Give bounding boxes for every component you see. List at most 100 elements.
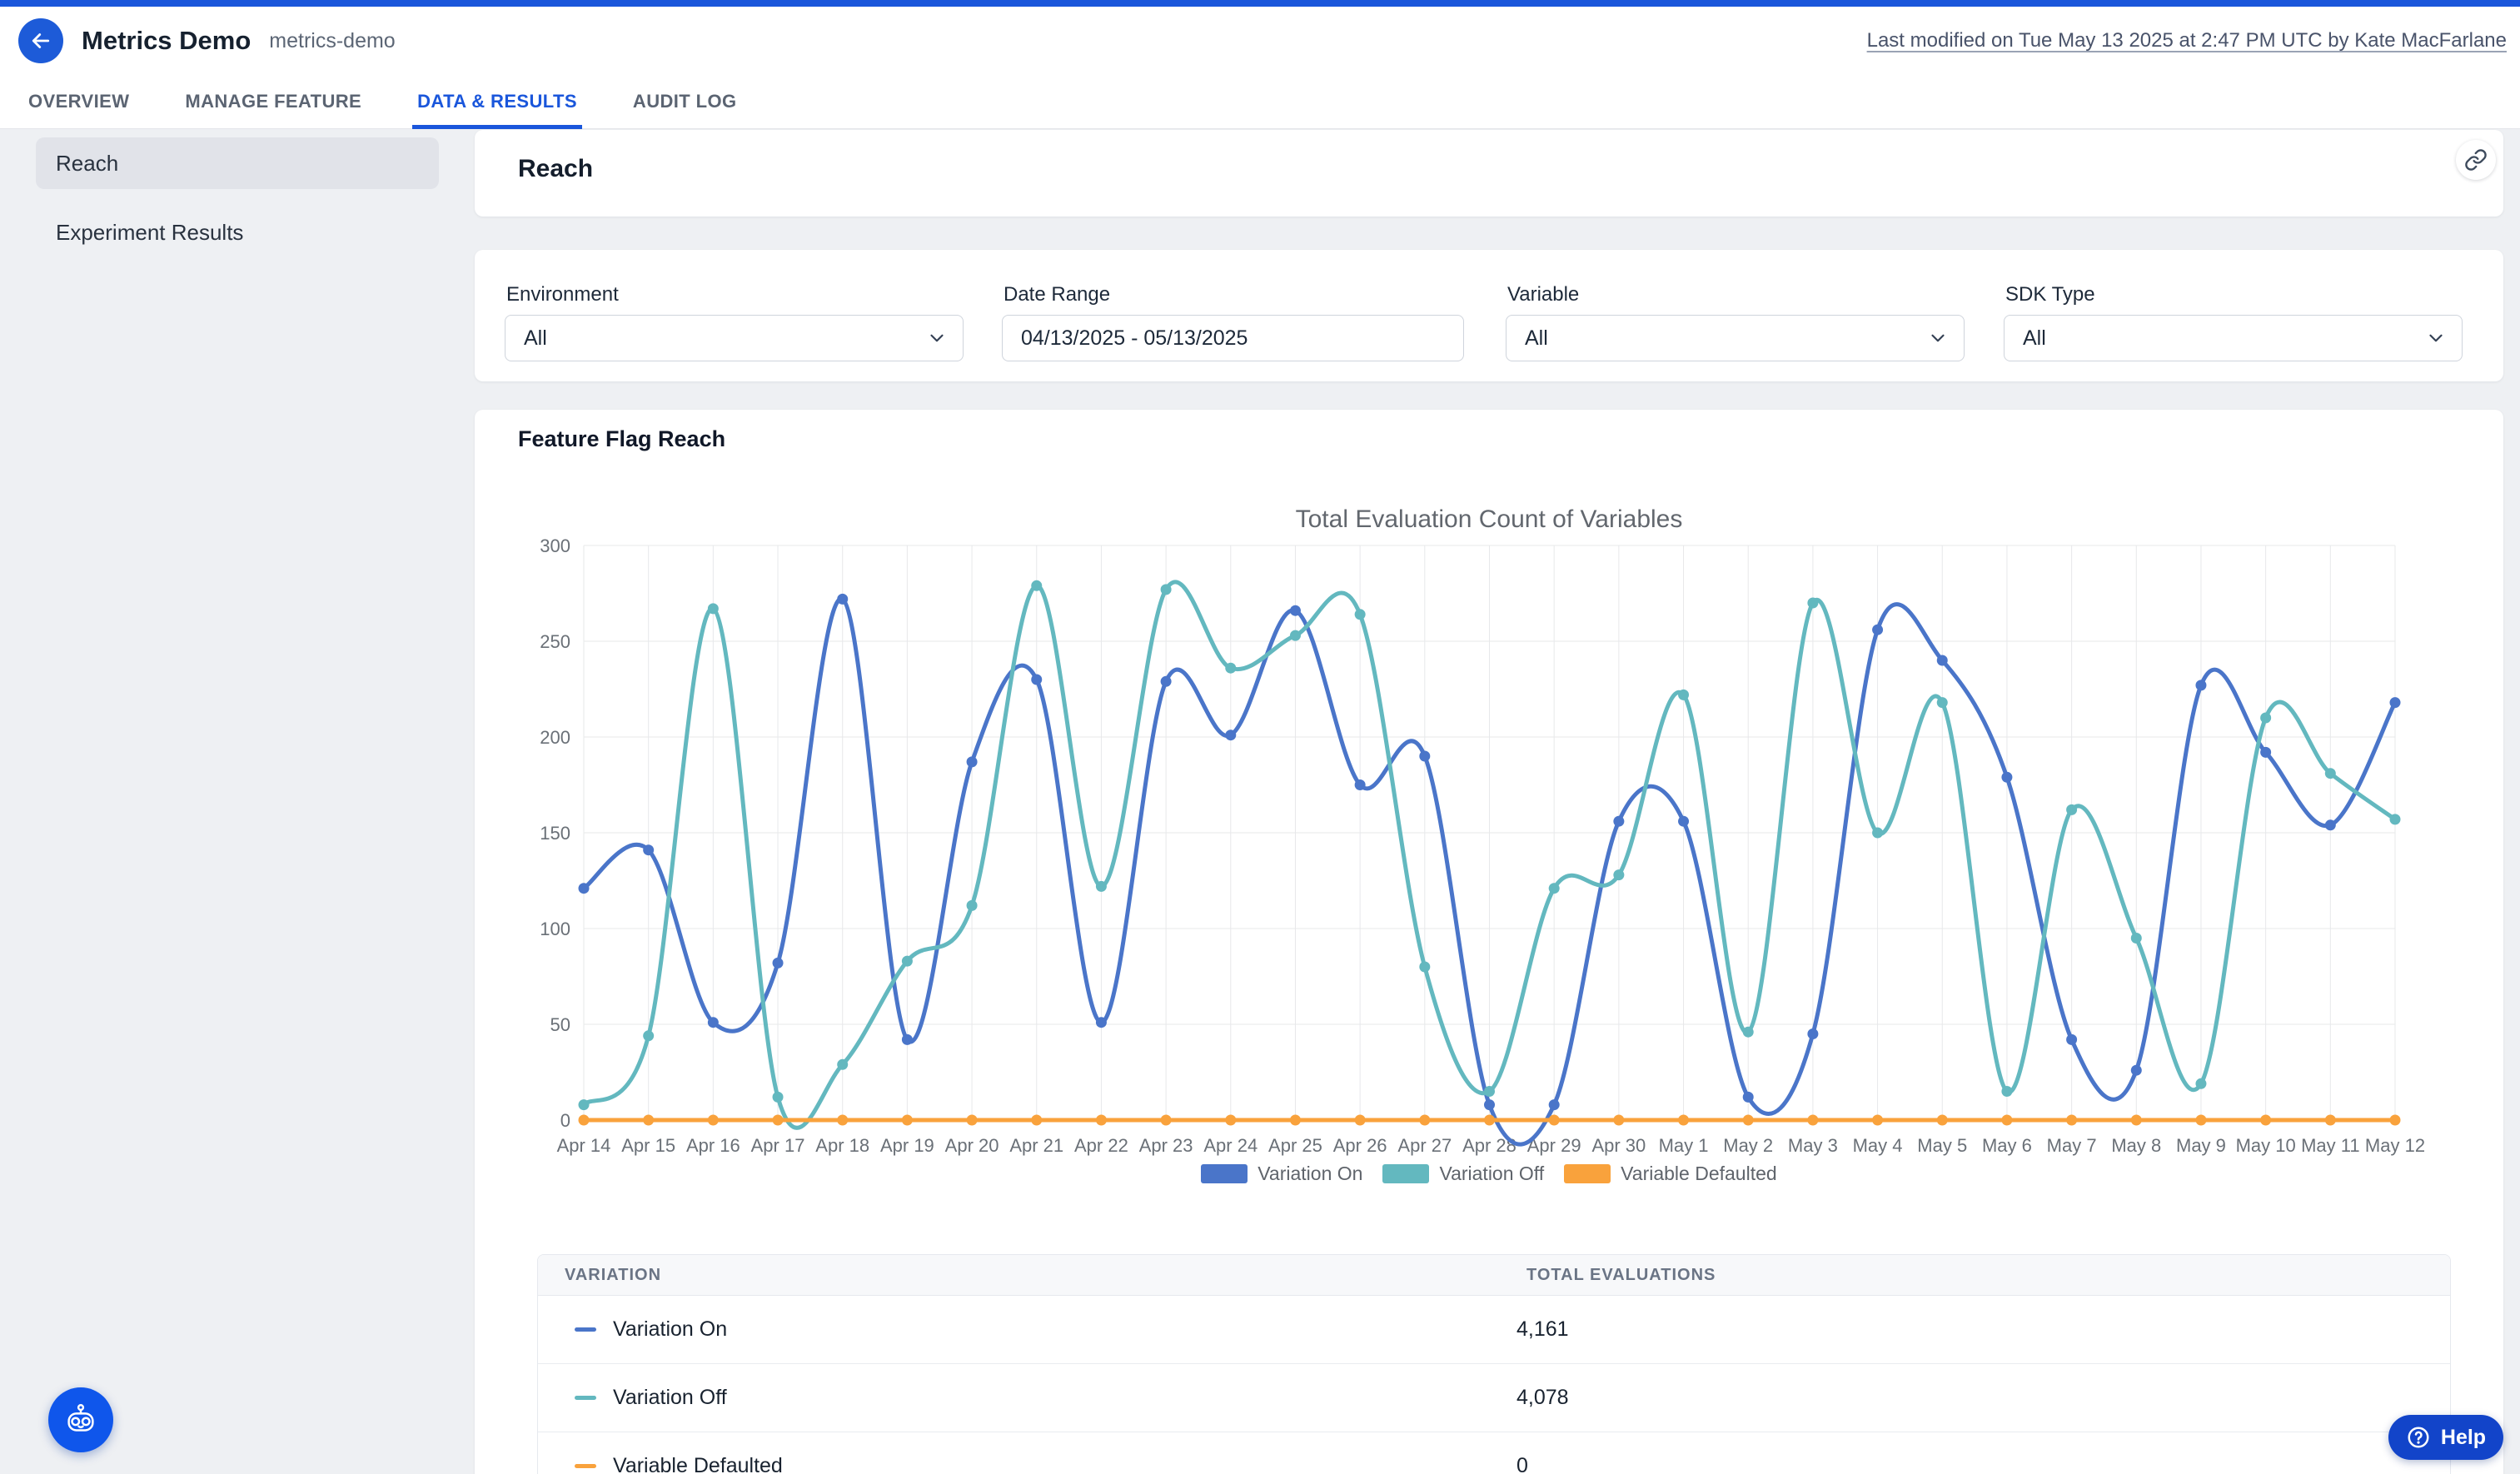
- sdk-type-select[interactable]: All: [2004, 315, 2463, 361]
- help-button-label: Help: [2441, 1426, 2486, 1450]
- tab-data-and-results[interactable]: DATA & RESULTS: [412, 75, 582, 129]
- question-circle-icon: [2406, 1425, 2431, 1450]
- svg-text:Apr 25: Apr 25: [1268, 1135, 1322, 1156]
- top-accent-bar: [0, 0, 2520, 7]
- sidebar-item-label: Experiment Results: [56, 220, 243, 246]
- variation-cell: Variation Off: [538, 1386, 1516, 1410]
- svg-text:Apr 24: Apr 24: [1203, 1135, 1258, 1156]
- chart-card-title: Feature Flag Reach: [518, 426, 725, 452]
- page-title: Reach: [518, 155, 593, 183]
- svg-text:Apr 27: Apr 27: [1397, 1135, 1452, 1156]
- variation-total: 4,078: [1516, 1386, 2450, 1410]
- legend-swatch: [1564, 1164, 1611, 1183]
- svg-text:Apr 17: Apr 17: [751, 1135, 805, 1156]
- svg-text:150: 150: [540, 823, 570, 844]
- sdk-type-label: SDK Type: [2005, 283, 2095, 306]
- svg-text:100: 100: [540, 919, 570, 939]
- svg-text:May 11: May 11: [2301, 1135, 2360, 1156]
- page-header-card: [475, 130, 2503, 217]
- table-row: Variable Defaulted 0: [538, 1432, 2450, 1474]
- svg-text:Apr 20: Apr 20: [945, 1135, 999, 1156]
- svg-text:300: 300: [540, 535, 570, 556]
- tab-overview[interactable]: OVERVIEW: [23, 75, 134, 129]
- tab-manage-feature[interactable]: MANAGE FEATURE: [180, 75, 366, 129]
- table-body: Variation On 4,161 Variation Off 4,078 V…: [538, 1296, 2450, 1474]
- legend-item[interactable]: Variable Defaulted: [1564, 1163, 1777, 1185]
- legend-swatch: [1201, 1164, 1248, 1183]
- variation-color-marker: [575, 1464, 596, 1468]
- chart-legend: Variation On Variation Off Variable Defaul…: [475, 1163, 2503, 1185]
- tab-audit-log[interactable]: AUDIT LOG: [628, 75, 742, 129]
- chevron-down-icon: [1927, 327, 1949, 349]
- svg-text:May 10: May 10: [2236, 1135, 2296, 1156]
- legend-swatch: [1382, 1164, 1429, 1183]
- last-modified-text: Last modified on Tue May 13 2025 at 2:47…: [1867, 7, 2507, 75]
- sidebar-item-reach[interactable]: Reach: [36, 137, 439, 189]
- sdk-type-value: All: [2023, 326, 2046, 351]
- variation-total: 0: [1516, 1454, 2450, 1474]
- legend-item[interactable]: Variation Off: [1382, 1163, 1544, 1185]
- legend-label: Variable Defaulted: [1621, 1163, 1777, 1185]
- page: Metrics Demo metrics-demo Last modified …: [0, 0, 2520, 1474]
- svg-text:50: 50: [550, 1014, 570, 1035]
- variation-table: VARIATION TOTAL EVALUATIONS Variation On…: [537, 1254, 2451, 1474]
- svg-text:250: 250: [540, 631, 570, 652]
- environment-label: Environment: [506, 283, 619, 306]
- variation-color-marker: [575, 1327, 596, 1332]
- svg-text:Apr 14: Apr 14: [557, 1135, 611, 1156]
- variation-color-marker: [575, 1396, 596, 1400]
- environment-select[interactable]: All: [505, 315, 964, 361]
- chevron-down-icon: [926, 327, 948, 349]
- variation-name: Variation On: [613, 1317, 727, 1342]
- app-header: Metrics Demo metrics-demo Last modified …: [0, 7, 2520, 75]
- svg-text:May 3: May 3: [1788, 1135, 1838, 1156]
- legend-label: Variation Off: [1439, 1163, 1544, 1185]
- date-range-value: 04/13/2025 - 05/13/2025: [1021, 326, 1248, 351]
- svg-text:Apr 22: Apr 22: [1074, 1135, 1128, 1156]
- svg-text:0: 0: [560, 1110, 570, 1131]
- column-header-total-evaluations: TOTAL EVALUATIONS: [1526, 1266, 2450, 1285]
- svg-text:Apr 16: Apr 16: [686, 1135, 740, 1156]
- sidebar-item-experiment-results[interactable]: Experiment Results: [36, 207, 439, 258]
- svg-text:Apr 26: Apr 26: [1333, 1135, 1387, 1156]
- svg-text:May 9: May 9: [2176, 1135, 2226, 1156]
- link-icon: [2464, 148, 2488, 172]
- svg-text:Apr 18: Apr 18: [815, 1135, 869, 1156]
- robot-icon: [62, 1401, 100, 1439]
- svg-text:Apr 15: Apr 15: [621, 1135, 675, 1156]
- date-range-label: Date Range: [1004, 283, 1110, 306]
- date-range-input[interactable]: 04/13/2025 - 05/13/2025: [1002, 315, 1464, 361]
- sidebar-item-label: Reach: [56, 151, 118, 177]
- copy-link-button[interactable]: [2456, 140, 2496, 180]
- evaluation-count-line-chart: Apr 14 Apr 15 Apr 16 Apr 17 Apr 18 Apr 19 Apr …: [475, 460, 2503, 1209]
- arrow-left-icon: [28, 28, 53, 53]
- variable-select[interactable]: All: [1506, 315, 1965, 361]
- variable-label: Variable: [1507, 283, 1579, 306]
- variation-cell: Variation On: [538, 1317, 1516, 1342]
- legend-label: Variation On: [1258, 1163, 1362, 1185]
- svg-text:May 1: May 1: [1659, 1135, 1709, 1156]
- feature-slug: metrics-demo: [269, 29, 395, 53]
- variable-value: All: [1525, 326, 1548, 351]
- variation-total: 4,161: [1516, 1317, 2450, 1342]
- table-row: Variation On 4,161: [538, 1296, 2450, 1364]
- svg-text:Apr 23: Apr 23: [1139, 1135, 1193, 1156]
- svg-text:May 7: May 7: [2047, 1135, 2097, 1156]
- table-header-row: VARIATION TOTAL EVALUATIONS: [538, 1255, 2450, 1296]
- variation-name: Variation Off: [613, 1386, 727, 1410]
- svg-text:May 2: May 2: [1723, 1135, 1773, 1156]
- help-button[interactable]: Help: [2388, 1415, 2503, 1460]
- legend-item[interactable]: Variation On: [1201, 1163, 1362, 1185]
- svg-text:200: 200: [540, 727, 570, 748]
- svg-text:May 5: May 5: [1917, 1135, 1967, 1156]
- variation-name: Variable Defaulted: [613, 1454, 783, 1474]
- svg-text:May 8: May 8: [2111, 1135, 2161, 1156]
- back-button[interactable]: [18, 18, 63, 63]
- variation-cell: Variable Defaulted: [538, 1454, 1516, 1474]
- svg-text:Apr 19: Apr 19: [880, 1135, 934, 1156]
- column-header-variation: VARIATION: [538, 1266, 1526, 1285]
- svg-text:May 12: May 12: [2365, 1135, 2425, 1156]
- feature-title: Metrics Demo: [82, 26, 251, 56]
- svg-text:May 6: May 6: [1982, 1135, 2032, 1156]
- assistant-robot-button[interactable]: [48, 1387, 113, 1452]
